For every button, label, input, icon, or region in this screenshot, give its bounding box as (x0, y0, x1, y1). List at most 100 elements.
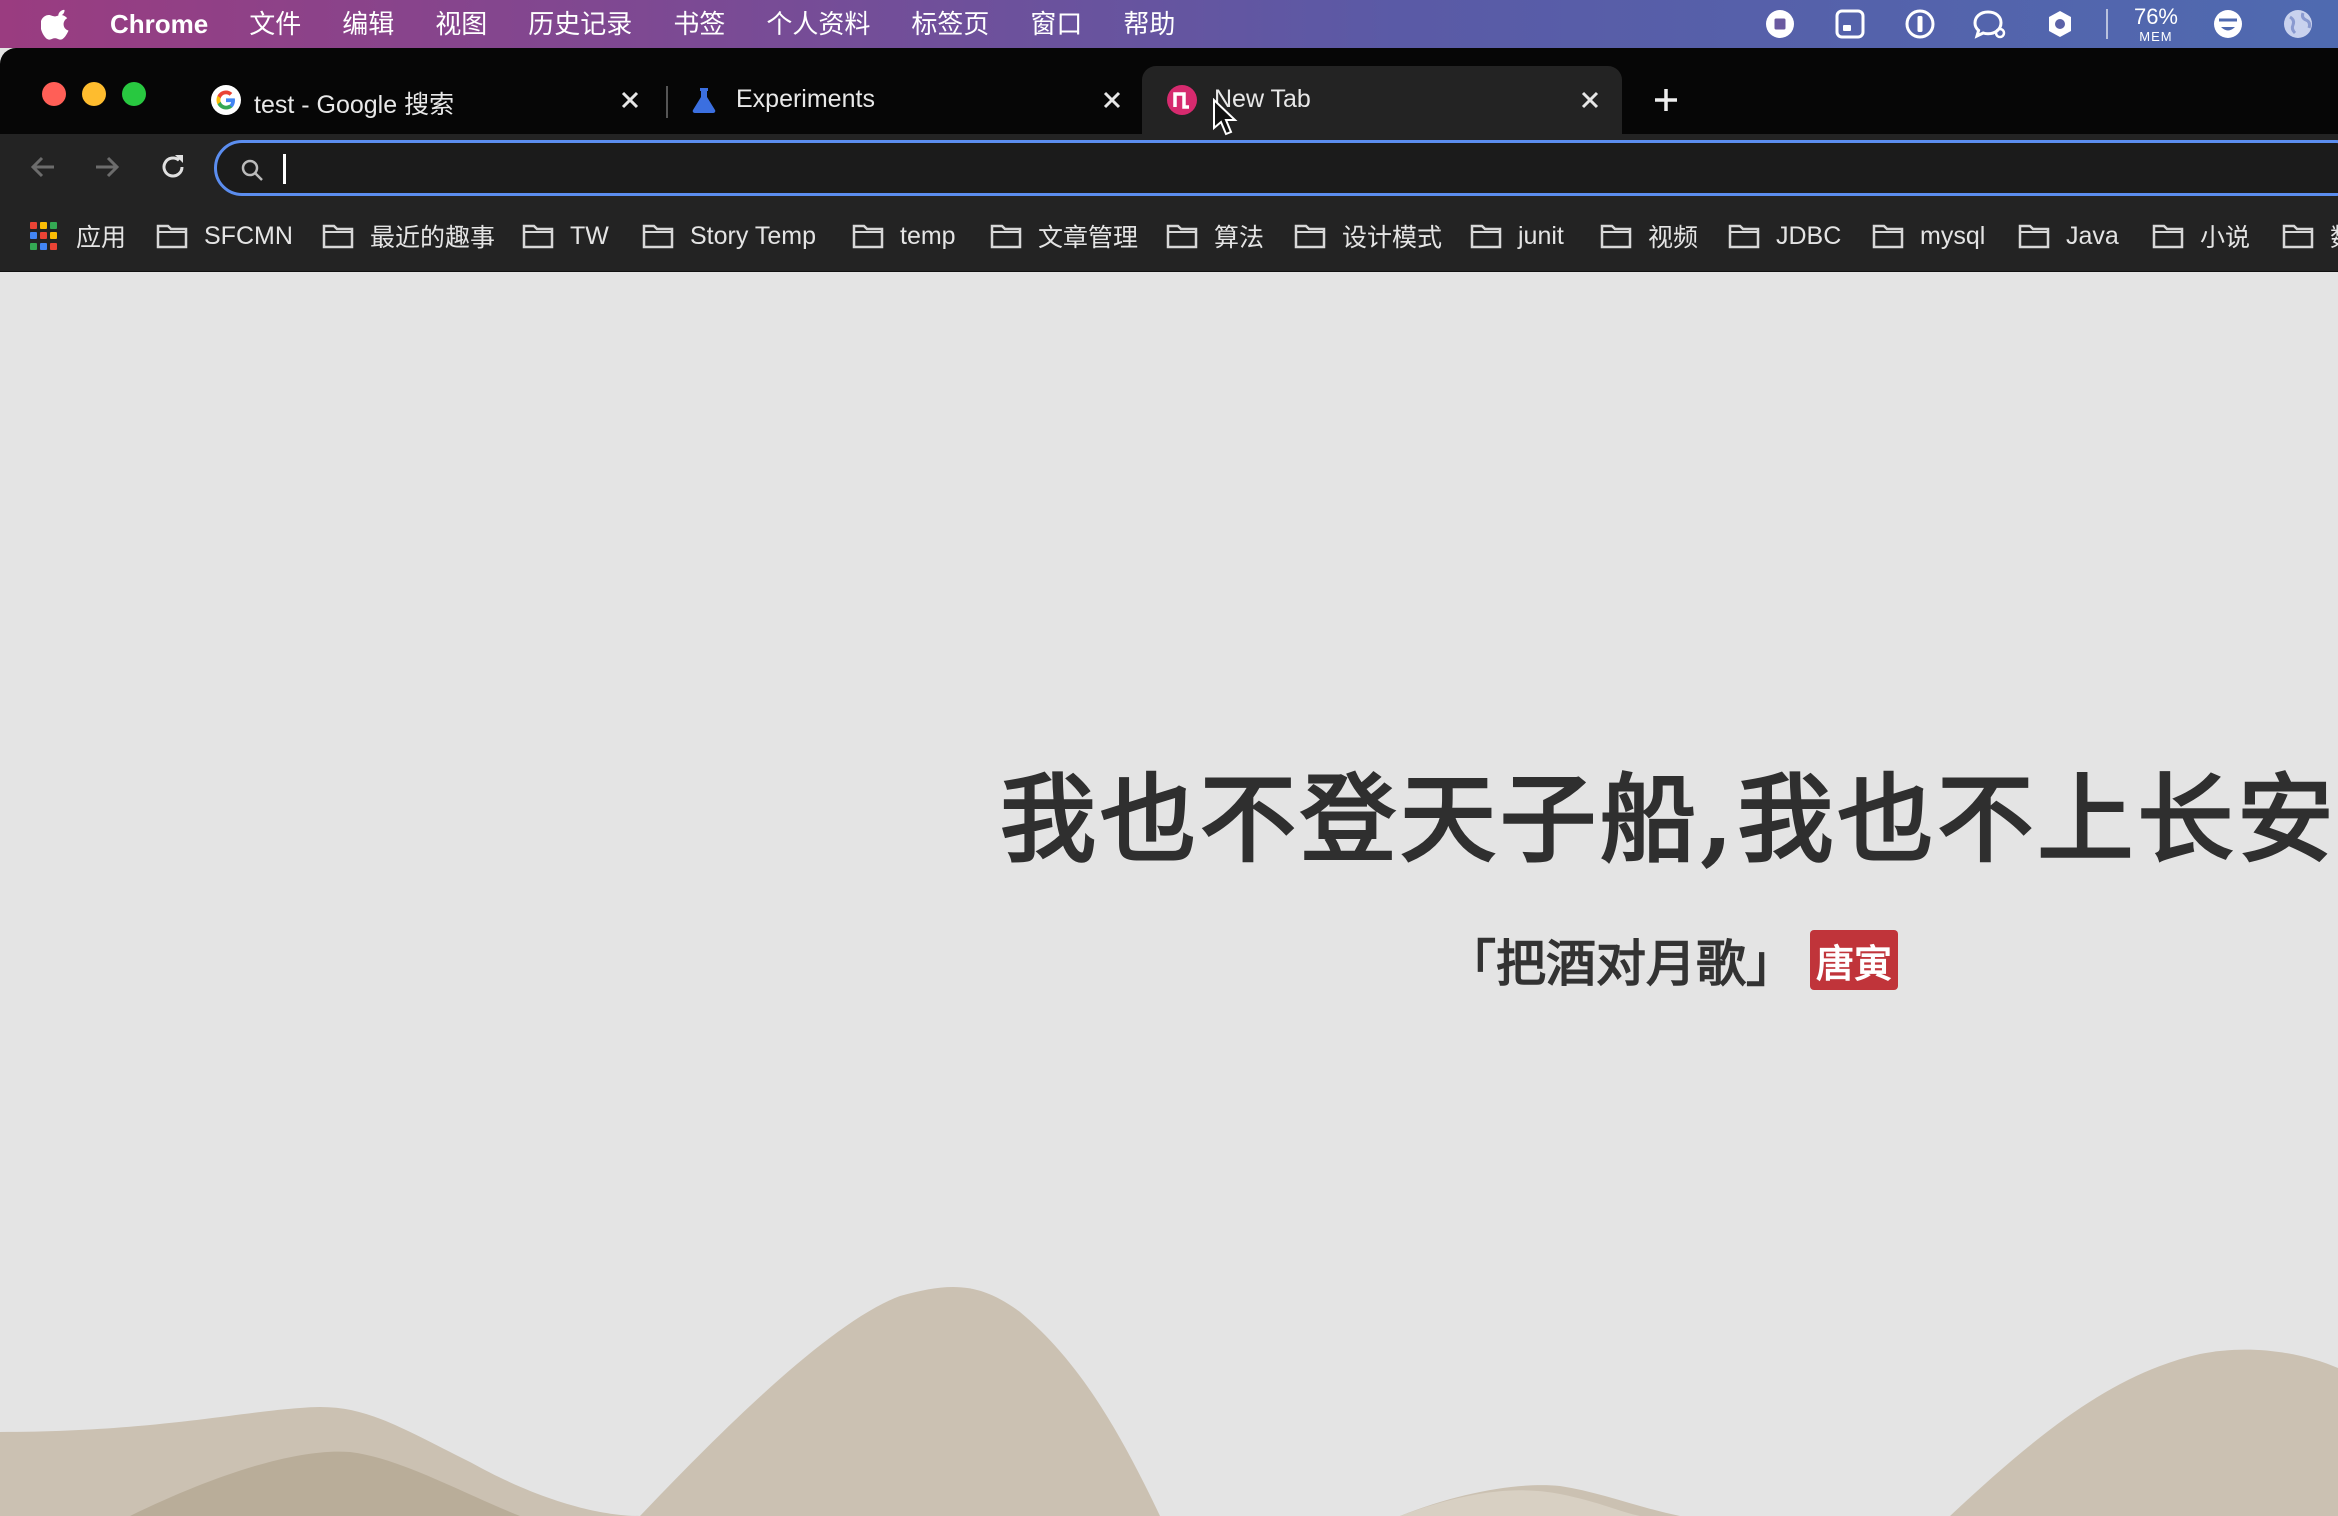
menu-history[interactable]: 历史记录 (528, 0, 632, 48)
address-bar[interactable] (214, 140, 2338, 196)
browser-toolbar (0, 134, 2338, 198)
tab-google-search[interactable]: test - Google 搜索 (176, 66, 666, 134)
status-tray: 76% MEM (1730, 0, 2318, 48)
menu-view[interactable]: 视图 (435, 0, 487, 48)
screen: Chrome 文件 编辑 视图 历史记录 书签 个人资料 标签页 窗口 帮助 7… (0, 0, 2338, 1516)
new-tab-plus-icon[interactable] (1648, 82, 1684, 118)
bookmark-folder[interactable]: Java (2018, 218, 2119, 254)
tray-separator (2105, 9, 2108, 39)
password-manager-icon[interactable] (1900, 4, 1940, 44)
bookmark-folder[interactable]: 数 (2282, 218, 2338, 254)
folder-icon (990, 224, 1022, 249)
chat-icon[interactable] (1970, 4, 2010, 44)
folder-icon (322, 224, 354, 249)
text-caret (283, 154, 286, 184)
forward-arrow-icon[interactable] (90, 150, 124, 184)
tab-experiments[interactable]: Experiments (668, 66, 1142, 134)
tab-close-icon[interactable] (616, 86, 644, 114)
bookmark-folder[interactable]: junit (1470, 218, 1564, 254)
bookmarks-bar: 应用 SFCMN 最近的趣事 TW Story Temp temp 文章管理 算… (0, 198, 2338, 272)
bookmark-label: Story Temp (690, 221, 816, 250)
bookmark-folder[interactable]: temp (852, 218, 956, 254)
search-icon (241, 159, 263, 181)
chrome-window: test - Google 搜索 Experiments New Tab 应用 … (0, 48, 2338, 1516)
tab-close-icon[interactable] (1098, 86, 1126, 114)
security-shield-icon[interactable] (2040, 4, 2080, 44)
bookmark-folder[interactable]: 设计模式 (1294, 218, 1442, 254)
mac-menu-bar: Chrome 文件 编辑 视图 历史记录 书签 个人资料 标签页 窗口 帮助 7… (0, 0, 2338, 48)
bookmark-label: junit (1518, 221, 1564, 250)
flask-icon (688, 84, 720, 116)
window-manager-icon[interactable] (1830, 4, 1870, 44)
author-seal: 唐寅 (1810, 930, 1899, 990)
folder-icon (2282, 224, 2314, 249)
menu-file[interactable]: 文件 (249, 0, 301, 48)
bookmark-folder[interactable]: TW (522, 218, 609, 254)
bookmark-label: 最近的趣事 (370, 224, 496, 252)
tab-title: test - Google 搜索 (254, 91, 455, 119)
menu-bookmarks[interactable]: 书签 (673, 0, 725, 48)
apps-grid-icon (30, 222, 58, 250)
bookmark-label: Java (2066, 221, 2119, 250)
bookmark-label: 视频 (1648, 224, 1699, 252)
bookmark-label: 算法 (1214, 224, 1265, 252)
google-icon (210, 84, 242, 116)
menu-app-name[interactable]: Chrome (110, 0, 208, 48)
tab-title: Experiments (736, 85, 875, 113)
globe-icon[interactable] (2278, 4, 2318, 44)
memory-label: MEM (2139, 28, 2173, 44)
window-zoom-button[interactable] (122, 82, 146, 106)
folder-icon (1872, 224, 1904, 249)
mouse-cursor-icon (1213, 98, 1238, 136)
poem-title: 「把酒对月歌」 (1446, 934, 1796, 993)
menu-window[interactable]: 窗口 (1030, 0, 1082, 48)
window-close-button[interactable] (42, 82, 66, 106)
menu-edit[interactable]: 编辑 (342, 0, 394, 48)
reload-icon[interactable] (156, 150, 190, 184)
bookmark-label: SFCMN (204, 221, 293, 250)
bookmark-label: 数 (2330, 218, 2338, 254)
folder-icon (2018, 224, 2050, 249)
bookmark-folder[interactable]: 最近的趣事 (322, 218, 495, 254)
address-input[interactable] (279, 149, 2179, 189)
menu-profiles[interactable]: 个人资料 (766, 0, 870, 48)
emoji-face-icon[interactable] (2208, 4, 2248, 44)
newtab-icon (1166, 84, 1198, 116)
tab-close-icon[interactable] (1576, 86, 1604, 114)
bookmark-folder[interactable]: 文章管理 (990, 218, 1138, 254)
bookmark-folder[interactable]: Story Temp (642, 218, 816, 254)
folder-icon (156, 224, 188, 249)
folder-icon (642, 224, 674, 249)
poem-source: 「把酒对月歌」 唐寅 (1446, 924, 1899, 996)
bookmark-folder[interactable]: 视频 (1600, 218, 1698, 254)
bookmark-folder[interactable]: SFCMN (156, 218, 293, 254)
tab-strip: test - Google 搜索 Experiments New Tab (0, 48, 2338, 134)
bookmark-folder[interactable]: mysql (1872, 218, 1985, 254)
bookmark-label: 应用 (76, 224, 127, 252)
bookmark-label: JDBC (1776, 221, 1842, 250)
apple-menu-icon[interactable] (38, 7, 72, 41)
bookmark-label: 小说 (2200, 224, 2251, 252)
mountain-illustration (0, 1286, 2338, 1516)
folder-icon (1728, 224, 1760, 249)
folder-icon (1294, 224, 1326, 249)
bookmark-label: 设计模式 (1342, 224, 1443, 252)
bookmark-folder[interactable]: 算法 (1166, 218, 1264, 254)
poem-line: 我也不登天子船,我也不上长安眠 (1000, 763, 2338, 876)
bookmark-label: TW (570, 221, 609, 250)
back-arrow-icon[interactable] (26, 150, 60, 184)
memory-monitor[interactable]: 76% MEM (2134, 5, 2178, 44)
folder-icon (1600, 224, 1632, 249)
record-stop-icon[interactable] (1760, 4, 1800, 44)
window-minimize-button[interactable] (82, 82, 106, 106)
bookmark-label: 文章管理 (1038, 224, 1139, 252)
menu-tabs[interactable]: 标签页 (911, 0, 989, 48)
bookmark-apps[interactable]: 应用 (30, 218, 126, 254)
new-tab-page: 我也不登天子船,我也不上长安眠 「把酒对月歌」 唐寅 (0, 272, 2338, 1516)
folder-icon (2152, 224, 2184, 249)
folder-icon (522, 224, 554, 249)
bookmark-label: temp (900, 221, 956, 250)
bookmark-folder[interactable]: 小说 (2152, 218, 2250, 254)
menu-help[interactable]: 帮助 (1123, 0, 1175, 48)
bookmark-folder[interactable]: JDBC (1728, 218, 1841, 254)
